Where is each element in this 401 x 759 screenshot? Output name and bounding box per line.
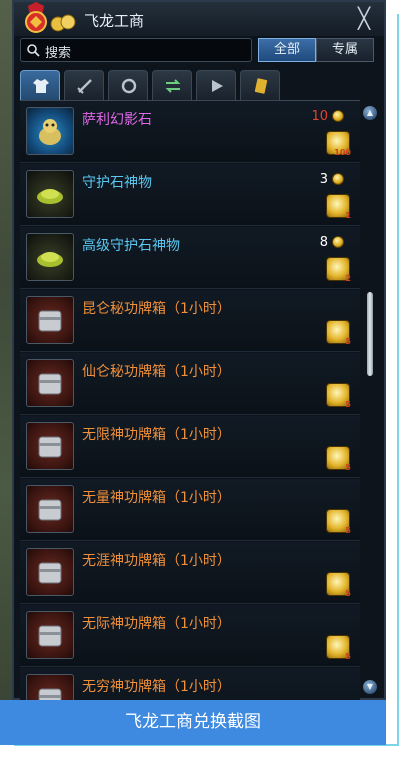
currency-coin-icon[interactable]: 5 [326, 446, 351, 472]
search-input[interactable]: 搜索 [20, 38, 252, 62]
item-thumbnail [26, 296, 74, 344]
window-title: 飞龙工商 [84, 12, 145, 30]
coin-badge: 5 [345, 526, 351, 535]
guardian-relic-icon [37, 252, 63, 267]
title-bar[interactable]: 飞龙工商 ╳ [14, 2, 384, 36]
coin-badge: 100 [334, 148, 351, 157]
coin-icon [332, 110, 344, 122]
chest-icon [38, 373, 62, 395]
guardian-relic-icon [37, 189, 63, 204]
scroll-up-button[interactable]: ▲ [363, 106, 377, 120]
item-price: 8 [319, 235, 328, 250]
coin-icon [332, 236, 344, 248]
item-list: 萨利幻影石 10 100 守护石神物 3 1 高级守护石神物 8 2 昆仑秘功牌… [20, 100, 360, 701]
tab-weapons[interactable] [64, 70, 104, 100]
chest-icon [38, 499, 62, 521]
item-price: 3 [319, 172, 328, 187]
coin-icon [332, 173, 344, 185]
coin-badge: 5 [345, 589, 351, 598]
list-item[interactable]: 无量神功牌箱（1小时） 5 [20, 479, 360, 541]
tab-exchange[interactable] [152, 70, 192, 100]
item-name: 无涯神功牌箱（1小时） [82, 553, 231, 569]
list-item[interactable]: 萨利幻影石 10 100 [20, 101, 360, 163]
item-price: 10 [311, 109, 328, 124]
list-item[interactable]: 无涯神功牌箱（1小时） 5 [20, 542, 360, 604]
sword-icon [77, 79, 92, 94]
item-thumbnail [26, 233, 74, 281]
scrollbar[interactable]: ▲ ▼ [360, 102, 382, 700]
chest-icon [38, 310, 62, 332]
ring-icon [121, 78, 137, 94]
search-icon [27, 44, 40, 57]
item-name: 无际神功牌箱（1小时） [82, 616, 231, 632]
currency-coin-icon[interactable]: 5 [326, 509, 351, 535]
close-button[interactable]: ╳ [354, 8, 374, 28]
list-item[interactable]: 高级守护石神物 8 2 [20, 227, 360, 289]
currency-coin-icon[interactable]: 2 [326, 257, 351, 283]
currency-coin-icon[interactable]: 5 [326, 383, 351, 409]
list-item[interactable]: 昆仑秘功牌箱（1小时） 5 [20, 290, 360, 352]
coin-badge: 5 [345, 463, 351, 472]
shirt-icon [33, 79, 49, 93]
chest-icon [38, 688, 62, 701]
currency-coin-icon[interactable]: 5 [326, 635, 351, 661]
currency-coin-icon[interactable]: 100 [326, 131, 351, 157]
filter-all-button[interactable]: 全部 [258, 38, 316, 62]
swap-arrows-icon [165, 79, 181, 93]
tab-vouchers[interactable] [240, 70, 280, 100]
image-caption: 飞龙工商兑换截图 [0, 700, 386, 745]
coin-badge: 1 [345, 211, 351, 220]
currency-coin-icon[interactable]: 5 [326, 572, 351, 598]
horn-icon [212, 80, 223, 92]
list-item[interactable]: 无穷神功牌箱（1小时） [20, 668, 360, 701]
chest-icon [38, 436, 62, 458]
list-item[interactable]: 仙仑秘功牌箱（1小时） 5 [20, 353, 360, 415]
phantom-stone-icon [39, 119, 61, 145]
item-name: 高级守护石神物 [82, 238, 180, 254]
item-name: 守护石神物 [82, 175, 152, 191]
tab-clothing[interactable] [20, 70, 60, 100]
item-name: 仙仑秘功牌箱（1小时） [82, 364, 231, 380]
coin-badge: 5 [345, 652, 351, 661]
item-thumbnail [26, 485, 74, 533]
list-item[interactable]: 无限神功牌箱（1小时） 5 [20, 416, 360, 478]
scroll-thumb[interactable] [367, 292, 373, 376]
item-thumbnail [26, 107, 74, 155]
shop-logo-icon [25, 2, 76, 33]
shop-window: 飞龙工商 ╳ 搜索 全部 专属 萨利幻影石 10 100 守护石神物 3 1 高… [12, 0, 386, 701]
item-name: 无限神功牌箱（1小时） [82, 427, 231, 443]
chest-icon [38, 562, 62, 584]
item-name: 无穷神功牌箱（1小时） [82, 679, 231, 695]
item-thumbnail [26, 170, 74, 218]
category-tabs [20, 70, 290, 100]
item-thumbnail [26, 611, 74, 659]
scroll-down-button[interactable]: ▼ [363, 680, 377, 694]
list-item[interactable]: 守护石神物 3 1 [20, 164, 360, 226]
search-placeholder: 搜索 [45, 46, 72, 61]
coin-badge: 5 [345, 400, 351, 409]
chest-icon [38, 625, 62, 647]
frame-border-right [397, 14, 399, 746]
coin-badge: 5 [345, 337, 351, 346]
filter-exclusive-button[interactable]: 专属 [316, 38, 374, 62]
item-name: 萨利幻影石 [82, 112, 152, 128]
coin-badge: 2 [345, 274, 351, 283]
item-thumbnail [26, 422, 74, 470]
item-thumbnail [26, 674, 74, 701]
item-name: 无量神功牌箱（1小时） [82, 490, 231, 506]
tab-misc[interactable] [196, 70, 236, 100]
tab-accessories[interactable] [108, 70, 148, 100]
currency-coin-icon[interactable]: 5 [326, 320, 351, 346]
item-name: 昆仑秘功牌箱（1小时） [82, 301, 231, 317]
item-thumbnail [26, 548, 74, 596]
currency-coin-icon[interactable]: 1 [326, 194, 351, 220]
ticket-icon [254, 78, 268, 94]
list-item[interactable]: 无际神功牌箱（1小时） 5 [20, 605, 360, 667]
item-thumbnail [26, 359, 74, 407]
